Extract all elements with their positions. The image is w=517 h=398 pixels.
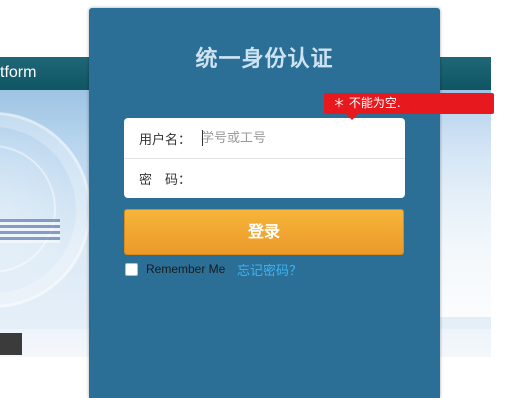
password-row: 密 码： — [124, 158, 405, 198]
password-label: 密 码： — [139, 173, 192, 188]
password-input[interactable] — [201, 166, 391, 190]
validation-tooltip: ＊ 不能为空. — [324, 93, 494, 120]
banner-glow — [431, 97, 491, 317]
login-card: 统一身份认证 用户名： 密 码： 登录 Remember Me 忘记密码？ — [89, 8, 440, 398]
tooltip-arrow — [346, 114, 358, 120]
university-seal-image — [0, 112, 91, 308]
remember-checkbox[interactable] — [125, 263, 138, 276]
text-caret — [202, 130, 203, 146]
banner-title: tform — [0, 64, 37, 81]
seal-stripes — [0, 219, 60, 243]
seal-inner-ring — [0, 145, 56, 273]
login-button[interactable]: 登录 — [124, 209, 404, 255]
username-input[interactable] — [201, 126, 391, 150]
username-label: 用户名： — [139, 133, 192, 148]
username-row: 用户名： — [124, 118, 405, 159]
login-title: 统一身份认证 — [195, 47, 334, 72]
remember-label[interactable]: Remember Me — [146, 262, 225, 276]
banner-dark-tag — [0, 333, 22, 355]
login-form: 用户名： 密 码： — [124, 118, 405, 198]
validation-message: ＊ 不能为空. — [333, 96, 401, 110]
forgot-password-link[interactable]: 忘记密码？ — [237, 260, 302, 279]
